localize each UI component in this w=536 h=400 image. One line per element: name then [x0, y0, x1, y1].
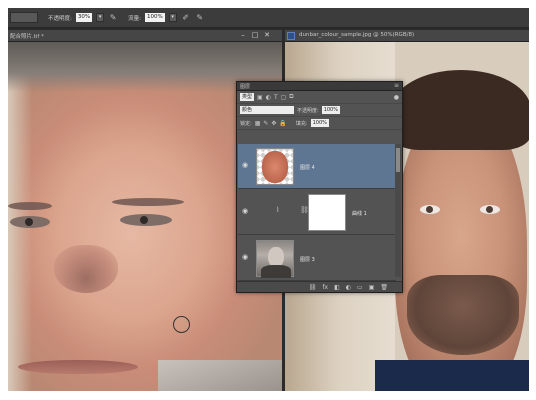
- lock-label: 锁定:: [240, 120, 252, 127]
- portrait-nose: [54, 245, 118, 293]
- adjustment-layer-icon[interactable]: ◐: [346, 284, 351, 291]
- portrait-right-brow: [112, 198, 184, 206]
- opacity-label: 不透明度:: [48, 15, 72, 22]
- flow-field[interactable]: 100%: [144, 13, 165, 22]
- curves-adjustment-icon: ⌇: [276, 206, 280, 214]
- blend-row: 颜色 不透明度: 100%: [237, 104, 402, 117]
- layer-style-icon[interactable]: fx: [322, 284, 328, 291]
- maximize-icon[interactable]: □: [250, 31, 260, 40]
- opacity-field[interactable]: 30%: [75, 13, 93, 22]
- panel-menu-icon[interactable]: ≡: [394, 82, 399, 89]
- layer-opacity-label: 不透明度:: [297, 107, 319, 114]
- minimize-icon[interactable]: –: [238, 31, 248, 40]
- flow-dropdown-icon[interactable]: ▾: [168, 13, 177, 22]
- layer-4-thumbnail: [256, 148, 294, 185]
- right-document-tab[interactable]: dunbar_colour_sample.jpg @ 50%(RGB/8): [285, 30, 529, 42]
- visibility-eye-icon[interactable]: ◉: [242, 207, 248, 215]
- layers-panel-title: 图层: [240, 84, 251, 90]
- left-window-controls: – □ ✕: [238, 31, 272, 40]
- layer-3-name: 图层 3: [300, 257, 315, 263]
- flow-label: 流量:: [128, 15, 141, 22]
- fill-label: 填充:: [295, 120, 308, 127]
- layer-4-name: 图层 4: [300, 165, 315, 171]
- filter-shape-icon[interactable]: ▢: [281, 94, 287, 101]
- visibility-eye-icon[interactable]: ◉: [242, 253, 248, 261]
- portrait-collar: [158, 360, 282, 391]
- options-bar: 不透明度: 30% ▾ ✎ 流量: 100% ▾ ✐ ✎: [8, 8, 529, 28]
- portrait-left-brow: [8, 202, 52, 210]
- pressure-size-icon[interactable]: ✎: [195, 13, 205, 23]
- portrait-background: [8, 70, 32, 391]
- close-icon[interactable]: ✕: [262, 31, 272, 40]
- fill-field[interactable]: 100%: [310, 119, 329, 127]
- brush-cursor-icon: [173, 316, 190, 333]
- visibility-eye-icon[interactable]: ◉: [242, 161, 248, 169]
- lock-position-icon[interactable]: ✥: [271, 120, 276, 127]
- pressure-opacity-icon[interactable]: ✎: [108, 13, 118, 23]
- link-layers-icon[interactable]: ⛓: [309, 284, 317, 291]
- new-group-icon[interactable]: ▭: [357, 284, 363, 291]
- left-document-tab[interactable]: 配合照片.tif * – □ ✕: [8, 30, 282, 42]
- lock-row: 锁定: ▦ ✎ ✥ 🔒 填充: 100%: [237, 117, 402, 130]
- portrait-left-eye: [10, 216, 50, 228]
- layer-row-3[interactable]: ◉ 图层 3: [238, 236, 396, 281]
- layer-row-curves[interactable]: ◉ ⌇ ⛓ 曲线 1: [238, 190, 396, 235]
- layers-panel: 图层 ≡ 类型 ▣ ◐ T ▢ ⧉ ● 颜色 不透明度: 100% 锁定: ▦ …: [236, 81, 403, 293]
- lock-transparency-icon[interactable]: ▦: [255, 120, 261, 127]
- layer-opacity-field[interactable]: 100%: [321, 106, 340, 114]
- reference-beard: [407, 275, 519, 355]
- lock-all-icon[interactable]: 🔒: [279, 120, 286, 127]
- airbrush-icon[interactable]: ✐: [181, 13, 191, 23]
- layer-filter-row: 类型 ▣ ◐ T ▢ ⧉ ●: [237, 91, 402, 104]
- reference-right-eye: [480, 205, 500, 214]
- opacity-dropdown-icon[interactable]: ▾: [96, 13, 105, 22]
- filter-toggle-icon[interactable]: ●: [394, 94, 399, 101]
- portrait-mouth: [18, 360, 138, 374]
- layers-panel-header[interactable]: 图层 ≡: [237, 82, 402, 91]
- photoshop-doc-icon: [287, 32, 295, 40]
- reference-hair: [391, 70, 529, 150]
- filter-adjustment-icon[interactable]: ◐: [266, 94, 271, 101]
- portrait-right-eye: [120, 214, 172, 226]
- reference-shirt: [375, 360, 529, 391]
- layer-filter-select[interactable]: 类型: [240, 93, 255, 101]
- layers-panel-footer: ⛓ fx ◧ ◐ ▭ ▣ 🗑: [237, 281, 402, 292]
- layer-row-4[interactable]: ◉ 图层 4: [238, 144, 396, 189]
- layers-scrollbar[interactable]: [395, 144, 401, 277]
- new-layer-icon[interactable]: ▣: [369, 284, 375, 291]
- left-document-title: 配合照片.tif *: [10, 34, 44, 40]
- add-mask-icon[interactable]: ◧: [334, 284, 340, 291]
- curves-mask-thumbnail: [308, 194, 346, 231]
- blend-mode-select[interactable]: 颜色: [240, 106, 294, 114]
- lock-pixels-icon[interactable]: ✎: [263, 120, 268, 127]
- curves-layer-name: 曲线 1: [352, 211, 367, 217]
- reference-left-eye: [420, 205, 440, 214]
- filter-smart-icon[interactable]: ⧉: [289, 93, 293, 101]
- filter-pixel-icon[interactable]: ▣: [257, 94, 263, 101]
- layer-3-thumbnail: [256, 240, 294, 278]
- delete-layer-icon[interactable]: 🗑: [380, 284, 388, 291]
- brush-preset-picker[interactable]: [10, 12, 38, 23]
- right-document-title: dunbar_colour_sample.jpg @ 50%(RGB/8): [299, 32, 415, 38]
- filter-type-icon[interactable]: T: [274, 94, 278, 101]
- scrollbar-thumb[interactable]: [396, 148, 400, 172]
